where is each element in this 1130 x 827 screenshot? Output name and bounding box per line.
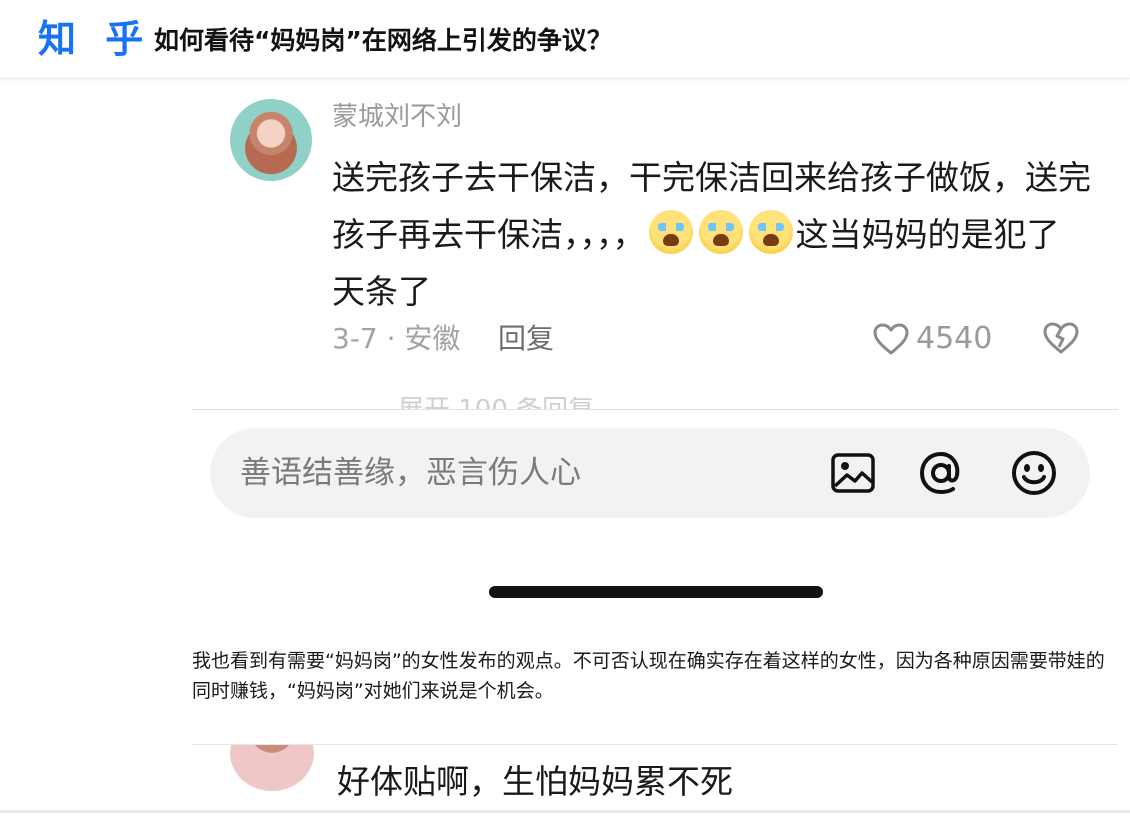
crying-face-emoji-icon	[648, 210, 693, 254]
comment-meta: 3-7 · 安徽	[332, 322, 461, 355]
divider	[0, 810, 1130, 813]
like-count: 4540	[916, 321, 993, 356]
broken-heart-icon[interactable]	[1042, 321, 1080, 355]
avatar[interactable]	[230, 99, 312, 181]
crying-face-emoji-icon	[698, 210, 743, 254]
comment-username[interactable]: 蒙城刘不刘	[332, 99, 462, 135]
top-header: 知 乎 如何看待“妈妈岗”在网络上引发的争议？	[0, 0, 1130, 79]
image-icon[interactable]	[828, 448, 878, 498]
zhihu-logo[interactable]: 知 乎	[38, 16, 151, 62]
comment-screenshot: 蒙城刘不刘 送完孩子去干保洁，干完保洁回来给孩子做饭，送完孩子再去干保洁，，，，…	[192, 79, 1118, 409]
at-icon[interactable]	[916, 448, 966, 498]
reply-button[interactable]: 回复	[498, 319, 554, 359]
comment-input-placeholder: 善语结善缘，恶言伤人心	[240, 455, 581, 491]
crying-face-emoji-icon	[748, 210, 793, 254]
question-title[interactable]: 如何看待“妈妈岗”在网络上引发的争议？	[154, 24, 612, 58]
comment2-screenshot: 好体贴啊，生怕妈妈累不死	[192, 744, 1118, 827]
comment2-text: 好体贴啊，生怕妈妈累不死	[337, 762, 733, 801]
comment-text: 送完孩子去干保洁，干完保洁回来给孩子做饭，送完孩子再去干保洁，，，， 这当妈妈的是…	[332, 149, 1092, 320]
article-paragraph: 我也看到有需要“妈妈岗”的女性发布的观点。不可否认现在确实存在着这样的女性，因为…	[192, 650, 1105, 702]
expand-replies-peek: 展开 100 条回复	[398, 397, 594, 409]
avatar[interactable]	[230, 745, 314, 791]
comment-input-screenshot: 善语结善缘，恶言伤人心	[192, 409, 1118, 640]
heart-icon	[873, 323, 909, 355]
emoji-icon[interactable]	[1009, 448, 1059, 498]
comment-input[interactable]: 善语结善缘，恶言伤人心	[210, 428, 1090, 518]
like-button[interactable]: 4540	[872, 319, 992, 359]
home-indicator-bar	[489, 586, 823, 598]
